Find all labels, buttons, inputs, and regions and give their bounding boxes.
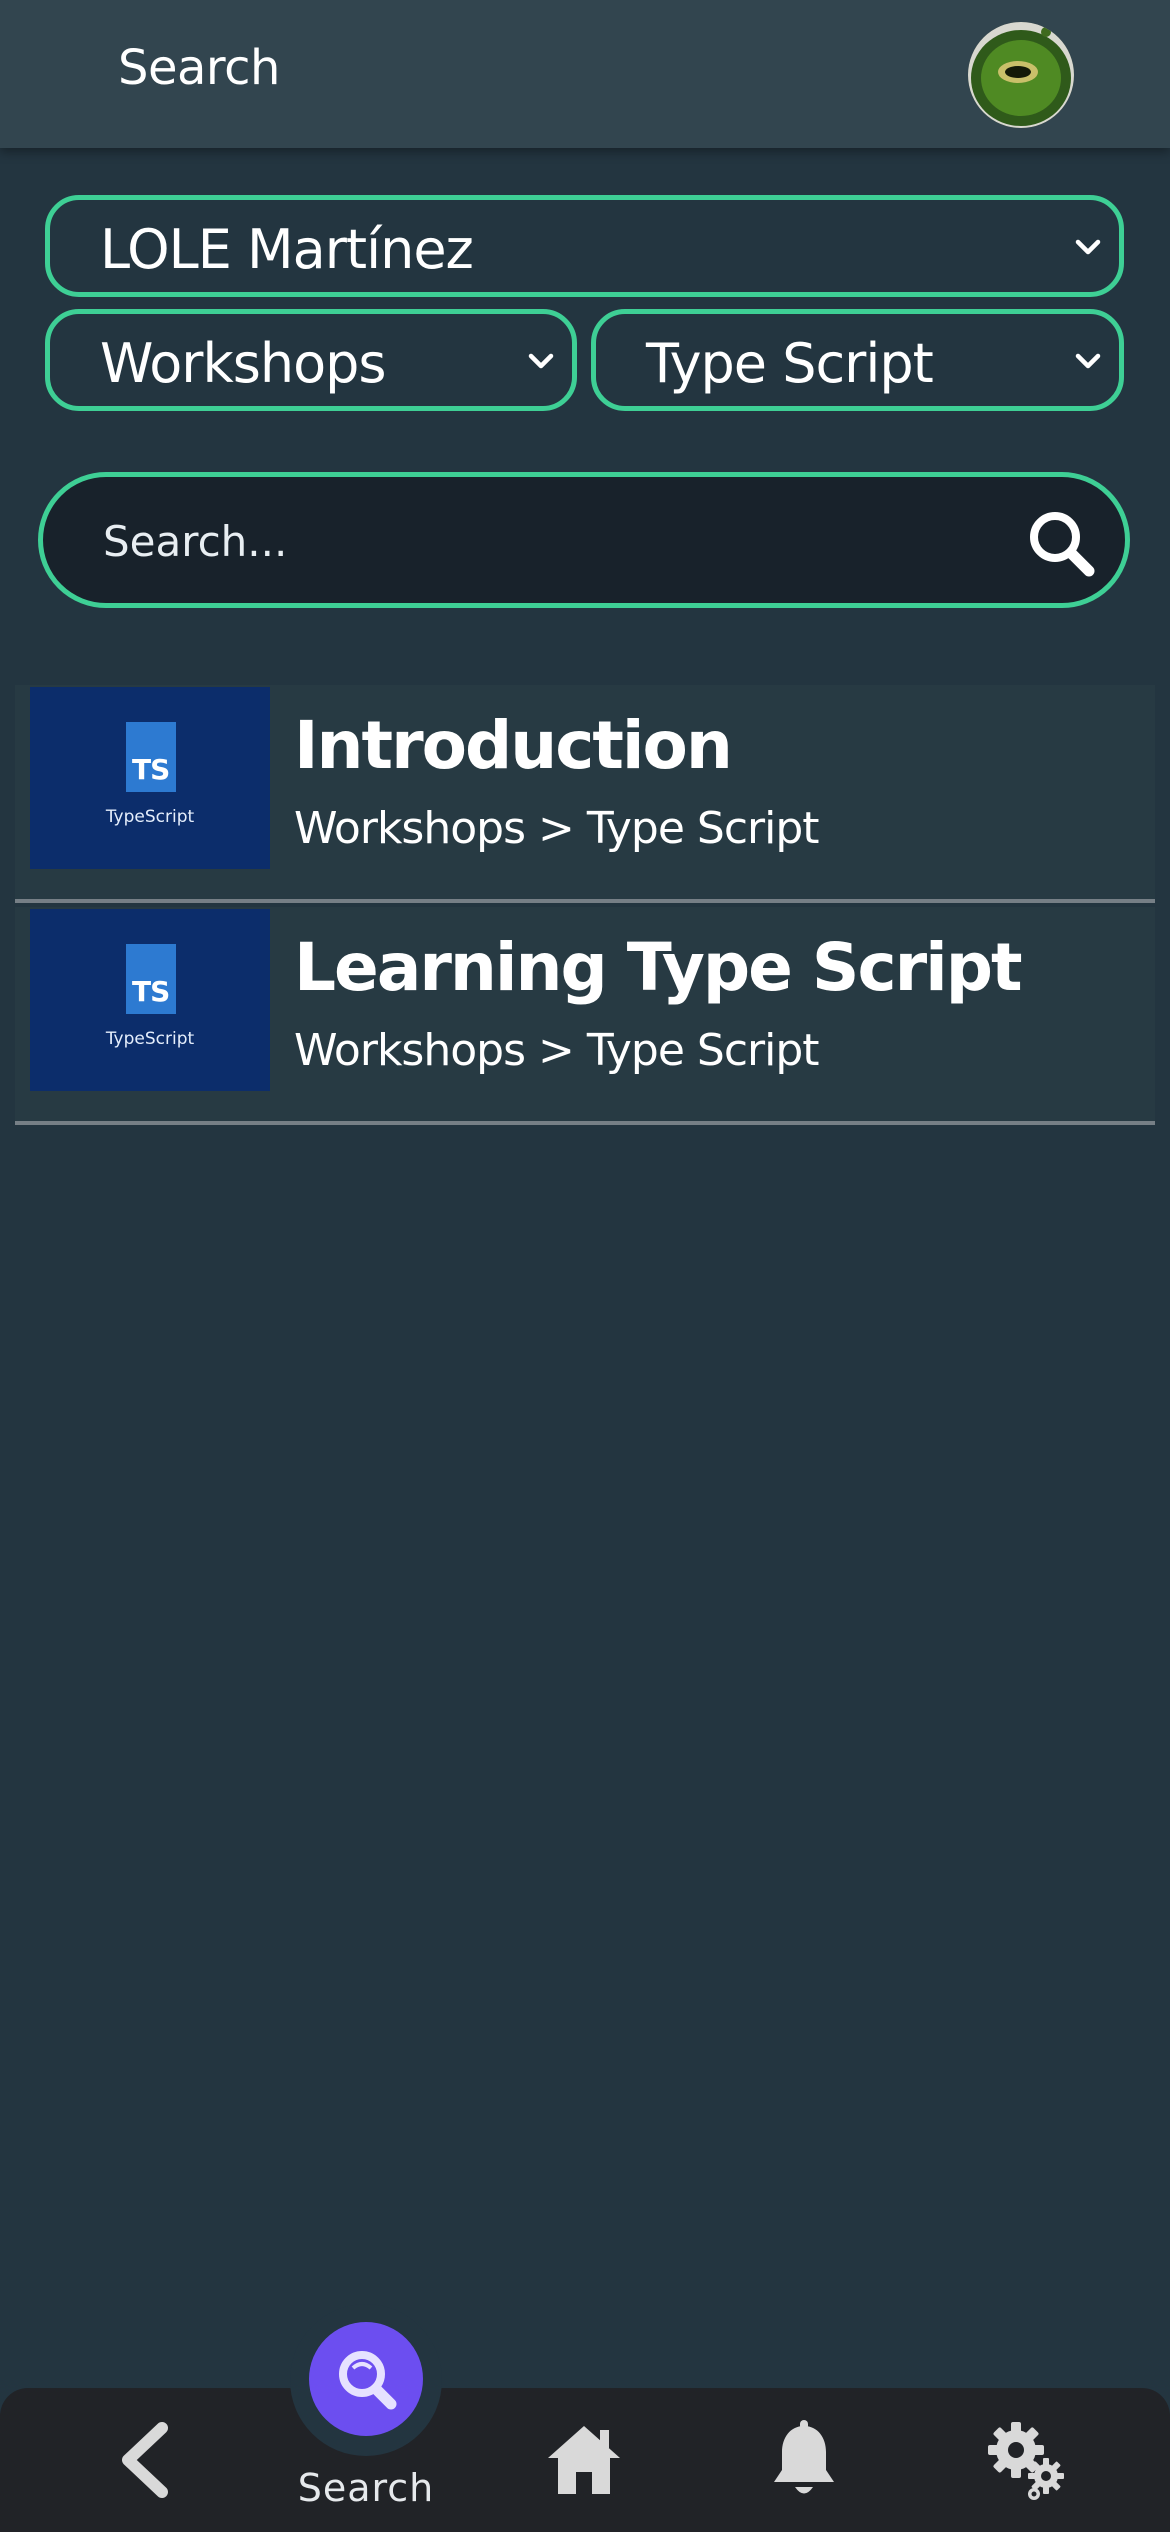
user-select-value: LOLE Martínez bbox=[100, 218, 474, 281]
thumbnail-caption: TypeScript bbox=[105, 1029, 195, 1049]
kiwi-avatar-icon bbox=[968, 22, 1074, 128]
chevron-down-icon bbox=[528, 353, 554, 369]
category-select[interactable]: Workshops bbox=[45, 309, 577, 411]
home-icon[interactable] bbox=[546, 2422, 622, 2498]
avatar[interactable] bbox=[968, 22, 1074, 128]
typescript-thumbnail: TS TypeScript bbox=[30, 909, 270, 1091]
item-title: Introduction bbox=[294, 707, 733, 784]
user-select[interactable]: LOLE Martínez bbox=[45, 195, 1124, 297]
page-title: Search bbox=[118, 40, 280, 96]
topic-select[interactable]: Type Script bbox=[591, 309, 1124, 411]
list-item[interactable]: TS TypeScript Learning Type Script Works… bbox=[15, 907, 1155, 1125]
item-path: Workshops > Type Script bbox=[294, 1025, 820, 1076]
results-list: TS TypeScript Introduction Workshops > T… bbox=[15, 685, 1155, 1129]
search-input[interactable] bbox=[103, 511, 1003, 571]
ts-logo-icon: TS bbox=[126, 944, 176, 1014]
category-select-value: Workshops bbox=[100, 332, 387, 395]
nav-search-label: Search bbox=[297, 2466, 435, 2510]
top-app-bar: Search bbox=[0, 0, 1170, 148]
typescript-thumbnail: TS TypeScript bbox=[30, 687, 270, 869]
search-bar bbox=[38, 472, 1130, 608]
topic-select-value: Type Script bbox=[646, 332, 934, 395]
back-icon[interactable] bbox=[112, 2420, 182, 2500]
search-icon bbox=[339, 2351, 397, 2410]
nav-search-button[interactable] bbox=[309, 2322, 423, 2436]
bell-icon[interactable] bbox=[768, 2420, 840, 2500]
item-path: Workshops > Type Script bbox=[294, 803, 820, 854]
gear-icon[interactable] bbox=[986, 2420, 1066, 2500]
ts-logo-icon: TS bbox=[126, 722, 176, 792]
thumbnail-caption: TypeScript bbox=[105, 807, 195, 827]
chevron-down-icon bbox=[1075, 353, 1101, 369]
list-item[interactable]: TS TypeScript Introduction Workshops > T… bbox=[15, 685, 1155, 903]
chevron-down-icon bbox=[1075, 239, 1101, 255]
item-title: Learning Type Script bbox=[294, 929, 1023, 1006]
search-icon[interactable] bbox=[1025, 507, 1097, 579]
